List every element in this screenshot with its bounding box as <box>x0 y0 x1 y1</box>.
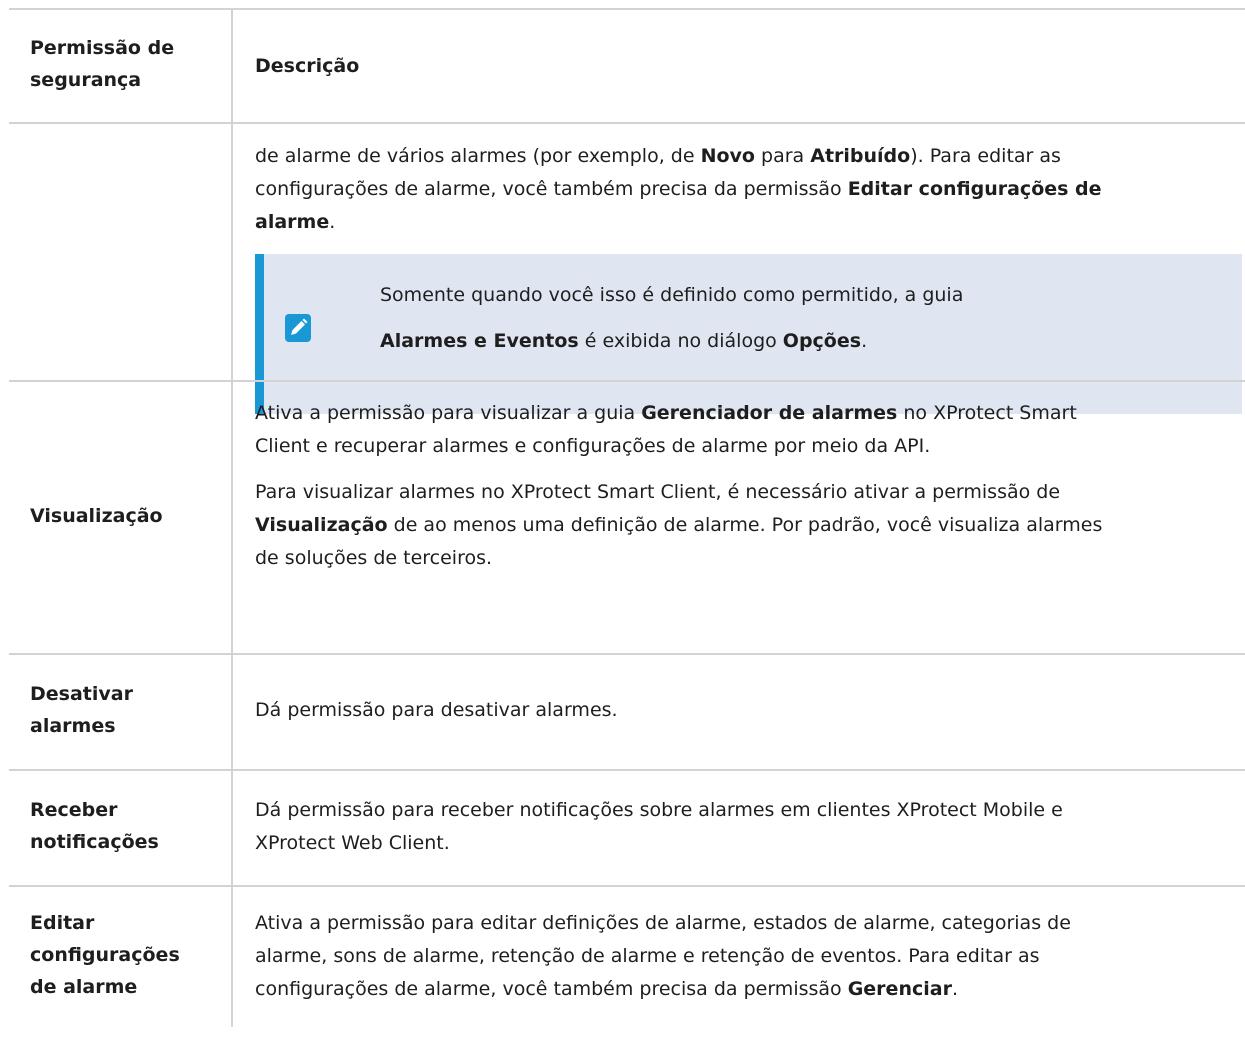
description-cell: Dá permissão para receber notificações s… <box>255 794 1245 860</box>
permission-label: de alarme <box>30 976 138 998</box>
description-cell: de alarme de vários alarmes (por exemplo… <box>255 140 1245 239</box>
permission-label: alarmes <box>30 715 116 737</box>
description-line: Visualização de ao menos uma definição d… <box>255 514 1103 536</box>
description-line: Para visualizar alarmes no XProtect Smar… <box>255 481 1061 503</box>
header-permission-line: Permissão de <box>30 37 175 59</box>
description-cell: Dá permissão para desativar alarmes. <box>255 694 1245 727</box>
permission-label: notificações <box>30 831 159 853</box>
note-line: Somente quando você isso é definido como… <box>380 284 964 306</box>
table-row: Receber notificações Dá permissão para r… <box>9 769 1245 885</box>
description-line: Ativa a permissão para editar definições… <box>255 912 1071 934</box>
description-line: Dá permissão para desativar alarmes. <box>255 699 618 721</box>
permission-cell: Editar configurações de alarme <box>9 887 233 1027</box>
permission-label: Visualização <box>30 505 163 527</box>
description-line: de alarme de vários alarmes (por exemplo… <box>255 145 1061 167</box>
header-cell-permission: Permissão de segurança <box>9 10 233 122</box>
table-row: Desativar alarmes Dá permissão para desa… <box>9 653 1245 769</box>
description-cell: Ativa a permissão para editar definições… <box>255 907 1245 1006</box>
description-line: alarme. <box>255 211 336 233</box>
permissions-table: Permissão de segurança Descrição de alar… <box>9 8 1245 1027</box>
note-line: Alarmes e Eventos é exibida no diálogo O… <box>380 330 868 352</box>
description-line: alarme, sons de alarme, retenção de alar… <box>255 945 1040 967</box>
description-line: Client e recuperar alarmes e configuraçõ… <box>255 435 931 457</box>
description-line: Dá permissão para receber notificações s… <box>255 799 1063 821</box>
table-row: de alarme de vários alarmes (por exemplo… <box>9 122 1245 414</box>
table-header-row: Permissão de segurança Descrição <box>9 8 1245 122</box>
permission-cell <box>9 124 233 380</box>
description-line: configurações de alarme, você também pre… <box>255 978 958 1000</box>
table-row: Editar configurações de alarme Ativa a p… <box>9 885 1245 1027</box>
permission-label: Receber <box>30 799 118 821</box>
note-text: Somente quando você isso é definido como… <box>380 279 963 358</box>
header-permission-line: segurança <box>30 69 142 91</box>
description-line: Ativa a permissão para visualizar a guia… <box>255 402 1077 424</box>
description-line: XProtect Web Client. <box>255 832 450 854</box>
description-line: de soluções de terceiros. <box>255 547 493 569</box>
permission-cell: Visualização <box>9 382 233 653</box>
permission-label: configurações <box>30 944 180 966</box>
permission-cell: Desativar alarmes <box>9 655 233 769</box>
permission-label: Editar <box>30 912 95 934</box>
permission-cell: Receber notificações <box>9 771 233 885</box>
header-description: Descrição <box>255 55 360 77</box>
table-row: Visualização Ativa a permissão para visu… <box>9 380 1245 653</box>
description-line: configurações de alarme, você também pre… <box>255 178 1102 200</box>
description-cell: Ativa a permissão para visualizar a guia… <box>255 397 1245 575</box>
permission-label: Desativar <box>30 683 133 705</box>
pencil-icon <box>285 314 311 342</box>
